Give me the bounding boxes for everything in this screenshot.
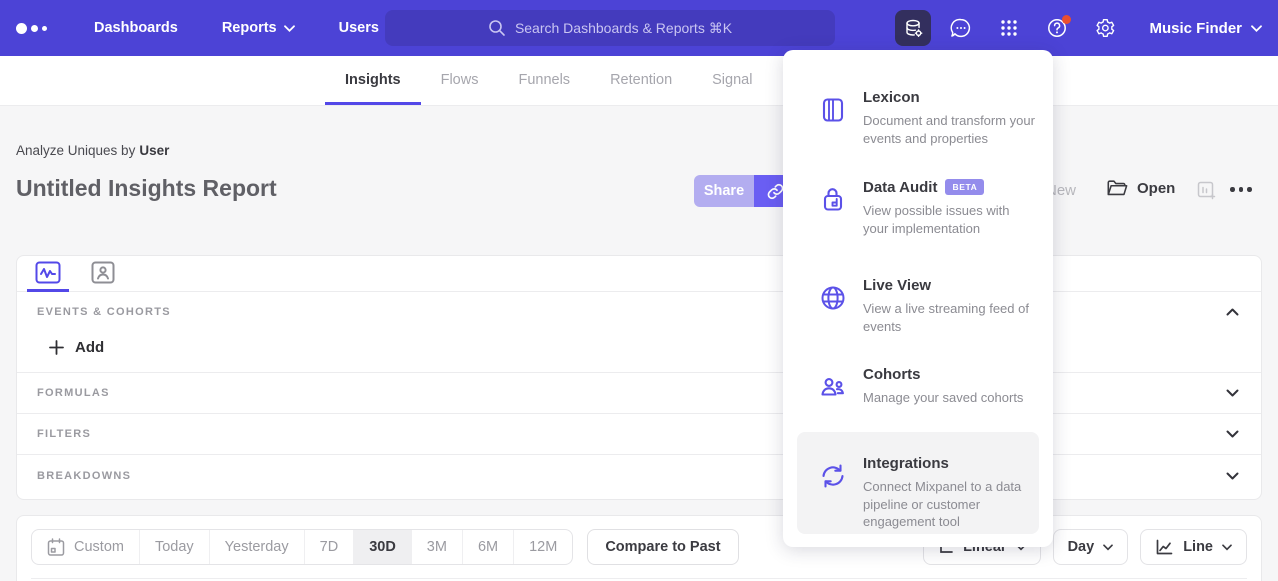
date-option-custom[interactable]: Custom (32, 530, 140, 564)
builder-tabs (17, 256, 1261, 292)
tab-retention[interactable]: Retention (590, 56, 692, 105)
open-report-button[interactable]: Open (1106, 179, 1175, 198)
primary-nav: Dashboards Reports Users (94, 20, 379, 36)
events-cohorts-header[interactable]: EVENTS & COHORTS (17, 292, 1261, 318)
calendar-icon (47, 538, 65, 557)
date-option-12m[interactable]: 12M (514, 530, 572, 564)
data-management-icon[interactable] (895, 10, 931, 46)
plus-icon (49, 340, 64, 355)
nav-users[interactable]: Users (339, 20, 379, 36)
share-split-button: Share (694, 175, 796, 207)
lexicon-book-icon (819, 96, 847, 124)
data-audit-icon (819, 186, 847, 214)
insights-chart-icon[interactable] (31, 257, 65, 291)
feedback-icon[interactable] (943, 10, 979, 46)
date-option-today[interactable]: Today (140, 530, 210, 564)
interval-dropdown[interactable]: Day (1053, 529, 1129, 565)
tab-insights[interactable]: Insights (325, 56, 421, 105)
breakdowns-section[interactable]: BREAKDOWNS (17, 454, 1261, 496)
search-input[interactable]: Search Dashboards & Reports ⌘K (385, 10, 835, 46)
chevron-up-icon[interactable] (1226, 308, 1239, 316)
filters-section[interactable]: FILTERS (17, 413, 1261, 454)
formulas-section[interactable]: FORMULAS (17, 372, 1261, 413)
cohorts-people-icon (819, 373, 847, 401)
divider (31, 578, 1247, 579)
chevron-down-icon (284, 25, 295, 32)
add-to-dashboard-icon[interactable] (1196, 180, 1218, 202)
search-placeholder: Search Dashboards & Reports ⌘K (515, 20, 732, 37)
chevron-down-icon (1226, 472, 1239, 480)
compare-to-past-button[interactable]: Compare to Past (587, 529, 738, 565)
help-icon[interactable] (1039, 10, 1075, 46)
tab-flows[interactable]: Flows (421, 56, 499, 105)
top-navbar: Dashboards Reports Users Search Dashboar… (0, 0, 1278, 56)
chevron-down-icon (1251, 25, 1262, 32)
date-range-segmented: Custom Today Yesterday 7D 30D 3M 6M 12M (31, 529, 573, 565)
analysis-entity[interactable]: User (139, 143, 169, 158)
chart-type-dropdown[interactable]: Line (1140, 529, 1247, 565)
section-label: EVENTS & COHORTS (37, 306, 171, 318)
chart-controls-card: Custom Today Yesterday 7D 30D 3M 6M 12M … (16, 515, 1262, 581)
tab-funnels[interactable]: Funnels (498, 56, 590, 105)
chevron-down-icon (1226, 430, 1239, 438)
popover-item-integrations[interactable]: Integrations Connect Mixpanel to a data … (797, 432, 1039, 534)
add-event-button[interactable]: Add (17, 322, 1261, 372)
report-tabs-bar: Insights Flows Funnels Retention Signal … (0, 56, 1278, 106)
project-selector[interactable]: Music Finder (1149, 20, 1262, 37)
project-name: Music Finder (1149, 20, 1242, 37)
analysis-kicker: Analyze Uniques byUser (16, 143, 169, 158)
app-window: Dashboards Reports Users Search Dashboar… (0, 0, 1278, 581)
date-option-3m[interactable]: 3M (412, 530, 463, 564)
folder-icon (1106, 179, 1128, 198)
date-option-30d[interactable]: 30D (354, 530, 412, 564)
apps-grid-icon[interactable] (991, 10, 1027, 46)
data-management-popover: Lexicon Document and transform your even… (783, 50, 1053, 547)
navbar-right-cluster: Music Finder (895, 10, 1262, 46)
search-icon (488, 19, 506, 37)
integrations-sync-icon (819, 462, 847, 490)
page-title[interactable]: Untitled Insights Report (16, 175, 277, 202)
date-option-7d[interactable]: 7D (305, 530, 355, 564)
chevron-down-icon (1222, 544, 1232, 551)
more-options-icon[interactable] (1230, 187, 1252, 192)
date-option-6m[interactable]: 6M (463, 530, 514, 564)
share-button[interactable]: Share (694, 175, 754, 207)
date-option-yesterday[interactable]: Yesterday (210, 530, 305, 564)
live-view-globe-icon (819, 284, 847, 312)
chevron-down-icon (1226, 389, 1239, 397)
query-builder-card: EVENTS & COHORTS Add FORMULAS FILTERS BR… (16, 255, 1262, 500)
settings-gear-icon[interactable] (1087, 10, 1123, 46)
profiles-person-icon[interactable] (87, 257, 119, 291)
chevron-down-icon (1103, 544, 1113, 551)
link-icon (766, 182, 785, 201)
notification-dot (1062, 15, 1071, 24)
line-chart-icon (1155, 539, 1174, 556)
nav-reports[interactable]: Reports (222, 20, 295, 36)
tab-signal[interactable]: Signal (692, 56, 772, 105)
nav-dashboards[interactable]: Dashboards (94, 20, 178, 36)
beta-badge: BETA (945, 179, 984, 195)
mixpanel-dots-logo[interactable] (16, 23, 62, 34)
